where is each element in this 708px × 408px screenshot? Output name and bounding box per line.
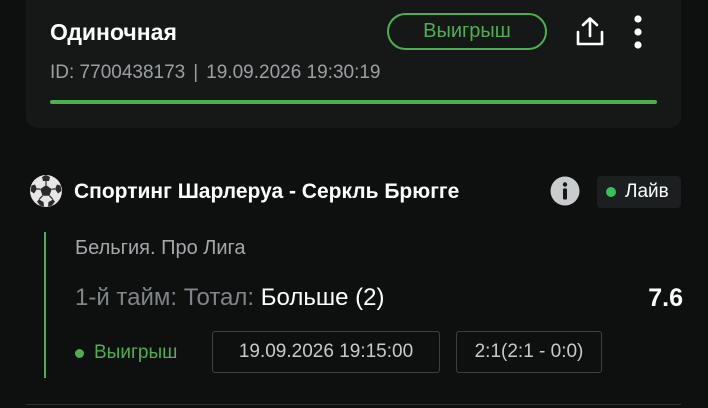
- bet-progress-fill: [50, 100, 657, 104]
- market-pick: Больше (2): [260, 284, 385, 311]
- info-icon[interactable]: [550, 176, 580, 206]
- event-start-time-chip: 19.09.2026 19:15:00: [212, 331, 440, 373]
- bet-status-badge: Выигрыш: [387, 13, 547, 50]
- result-status: Выигрыш: [75, 342, 177, 364]
- more-options-button[interactable]: [624, 12, 652, 52]
- meta-separator: |: [193, 62, 199, 83]
- bottom-divider: [26, 404, 681, 405]
- bet-card: Одиночная ID: 7700438173 | 19.09.2026 19:3…: [26, 0, 681, 128]
- soccer-ball-icon: [30, 175, 62, 207]
- market-line: 1-й тайм: Тотал: Больше (2): [75, 284, 384, 312]
- odds-value: 7.6: [648, 284, 683, 312]
- event-score-chip: 2:1(2:1 - 0:0): [456, 331, 602, 373]
- event-header: Спортинг Шарлеруа - Серкль Брюгге Лайв: [29, 174, 681, 210]
- more-vertical-icon: [634, 15, 642, 49]
- bet-progress-bar: [50, 100, 657, 104]
- bet-type-title: Одиночная: [50, 19, 177, 45]
- bet-selection: Бельгия. Про Лига 1-й тайм: Тотал: Больш…: [44, 232, 683, 378]
- live-label: Лайв: [625, 181, 669, 202]
- league-name: Бельгия. Про Лига: [75, 237, 246, 259]
- share-button[interactable]: [570, 14, 610, 50]
- share-icon: [576, 17, 604, 46]
- live-badge: Лайв: [597, 176, 681, 208]
- bet-meta: ID: 7700438173 | 19.09.2026 19:30:19: [50, 62, 381, 84]
- bet-id: ID: 7700438173: [50, 62, 186, 83]
- event-title[interactable]: Спортинг Шарлеруа - Серкль Брюгге: [74, 180, 459, 204]
- bet-datetime: 19.09.2026 19:30:19: [206, 62, 381, 83]
- result-dot-icon: [75, 348, 84, 358]
- live-dot-icon: [606, 187, 616, 197]
- result-status-label: Выигрыш: [94, 342, 178, 363]
- result-row: Выигрыш 19.09.2026 19:15:00 2:1(2:1 - 0:…: [75, 331, 675, 373]
- market-label: 1-й тайм: Тотал:: [75, 284, 255, 311]
